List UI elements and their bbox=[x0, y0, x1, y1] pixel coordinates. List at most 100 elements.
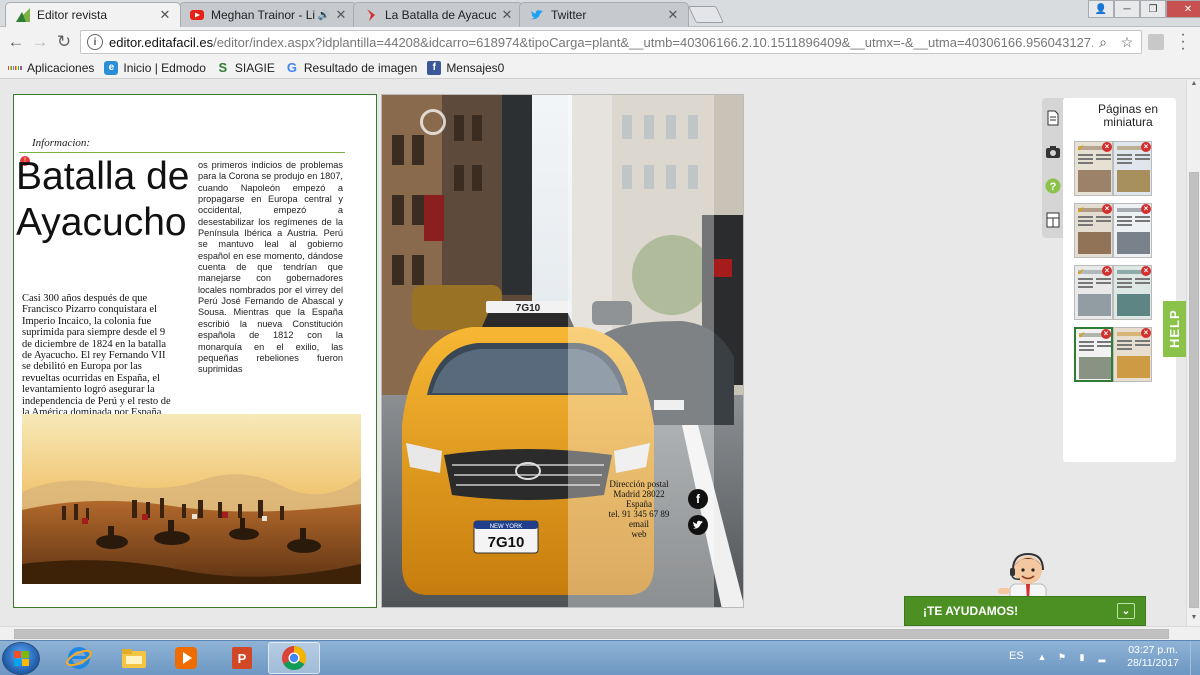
section-label[interactable]: Informacion: bbox=[32, 137, 90, 149]
apps-grid-icon bbox=[7, 61, 23, 75]
youtube-icon bbox=[190, 8, 204, 22]
facebook-icon: f bbox=[427, 60, 442, 75]
bookmark-star-icon[interactable]: ☆ bbox=[1117, 34, 1137, 51]
address-line: email bbox=[629, 519, 649, 529]
delete-page-icon[interactable]: × bbox=[1102, 142, 1112, 152]
start-button[interactable] bbox=[2, 642, 40, 675]
bookmark-facebook[interactable]: f Mensajes0 bbox=[427, 60, 505, 75]
restore-button[interactable]: ❐ bbox=[1140, 0, 1166, 18]
page-thumbnail[interactable]: × bbox=[1113, 141, 1152, 196]
scroll-down-arrow-icon[interactable]: ▼ bbox=[1187, 614, 1200, 626]
tab-youtube[interactable]: Meghan Trainor - Lips 🔊 ✕ bbox=[179, 2, 357, 27]
article-title[interactable]: Batalla de Ayacucho bbox=[16, 154, 196, 246]
scrollbar-thumb[interactable] bbox=[14, 629, 1169, 639]
vertical-scrollbar[interactable]: ▲ ▼ bbox=[1186, 80, 1200, 626]
back-arrow-icon[interactable]: ← bbox=[6, 32, 26, 52]
zoom-search-icon[interactable]: ⌕ bbox=[1093, 34, 1113, 51]
delete-page-icon[interactable]: × bbox=[1102, 204, 1112, 214]
close-window-button[interactable]: ✕ bbox=[1166, 0, 1200, 18]
profile-icon[interactable]: 👤 bbox=[1088, 0, 1114, 18]
help-tab[interactable]: HELP bbox=[1163, 301, 1186, 357]
flag-icon[interactable]: ⚑ bbox=[1056, 652, 1068, 664]
editor-workspace: Informacion: ! Batalla de Ayacucho Casi … bbox=[0, 80, 1186, 626]
twitter-icon[interactable] bbox=[688, 515, 708, 535]
chat-label: ¡TE AYUDAMOS! bbox=[923, 604, 1019, 618]
scrollbar-thumb[interactable] bbox=[1189, 172, 1199, 608]
audio-playing-icon[interactable]: 🔊 bbox=[318, 10, 330, 21]
checkmark-icon: ✔ bbox=[1078, 330, 1086, 340]
forward-arrow-icon[interactable]: → bbox=[30, 32, 50, 52]
site-info-icon[interactable]: i bbox=[87, 34, 103, 50]
close-tab-icon[interactable]: ✕ bbox=[334, 7, 348, 23]
battery-icon[interactable]: ▮ bbox=[1076, 652, 1088, 664]
tab-batalla-ayacucho[interactable]: La Batalla de Ayacucho | ✕ bbox=[353, 2, 523, 27]
media-player-icon[interactable] bbox=[160, 642, 212, 674]
svg-text:?: ? bbox=[1050, 181, 1057, 193]
camera-logo-icon bbox=[420, 109, 446, 135]
new-tab-button[interactable] bbox=[688, 6, 724, 23]
address-line: España bbox=[626, 499, 652, 509]
tab-editor-revista[interactable]: Editor revista ✕ bbox=[5, 2, 181, 27]
close-tab-icon[interactable]: ✕ bbox=[500, 7, 514, 23]
page-layout-icon[interactable] bbox=[1045, 212, 1061, 228]
bookmark-label: SIAGIE bbox=[234, 60, 275, 75]
bookmark-google[interactable]: G Resultado de imagen bbox=[285, 60, 418, 75]
delete-page-icon[interactable]: × bbox=[1141, 204, 1151, 214]
close-tab-icon[interactable]: ✕ bbox=[666, 7, 680, 23]
url-text[interactable]: editor.editafacil.es/editor/index.aspx?i… bbox=[109, 35, 1093, 50]
page-thumbnail[interactable]: ✔ × bbox=[1074, 141, 1113, 196]
page-thumbnail[interactable]: ✔ × bbox=[1074, 203, 1113, 258]
magazine-page-right[interactable]: 7G10 NEW YORK 7G10 Dirección postal Madr… bbox=[381, 94, 744, 608]
delete-page-icon[interactable]: × bbox=[1101, 329, 1111, 339]
menu-icon[interactable]: · · · bbox=[1176, 27, 1190, 57]
system-clock[interactable]: 03:27 p.m. 28/11/2017 bbox=[1120, 644, 1186, 670]
page-thumbnail[interactable]: × bbox=[1113, 203, 1152, 258]
chat-help-bar[interactable]: ¡TE AYUDAMOS! ⌄ bbox=[904, 596, 1146, 626]
chevron-down-icon[interactable]: ⌄ bbox=[1117, 603, 1135, 619]
document-icon[interactable] bbox=[1045, 110, 1061, 126]
facebook-icon[interactable]: f bbox=[688, 489, 708, 509]
page-thumbnail[interactable]: × bbox=[1113, 265, 1152, 320]
article-intro-text[interactable]: Casi 300 años después de que Francisco P… bbox=[22, 293, 174, 418]
browser-toolbar: ← → ↻ i editor.editafacil.es/editor/inde… bbox=[0, 27, 1200, 57]
show-desktop-button[interactable] bbox=[1190, 641, 1200, 675]
svg-text:P: P bbox=[238, 651, 247, 666]
bookmark-edmodo[interactable]: e Inicio | Edmodo bbox=[104, 60, 206, 75]
page-thumbnail[interactable]: × bbox=[1113, 327, 1152, 382]
article-body-text[interactable]: os primeros indicios de problemas para l… bbox=[198, 160, 343, 376]
minimize-button[interactable]: ─ bbox=[1114, 0, 1140, 18]
scroll-up-arrow-icon[interactable]: ▲ bbox=[1187, 80, 1200, 92]
delete-page-icon[interactable]: × bbox=[1141, 328, 1151, 338]
battle-painting-image[interactable] bbox=[22, 414, 361, 584]
show-hidden-icons-icon[interactable]: ▲ bbox=[1036, 652, 1048, 664]
chrome-icon[interactable] bbox=[268, 642, 320, 674]
address-bar[interactable]: i editor.editafacil.es/editor/index.aspx… bbox=[80, 30, 1142, 54]
internet-explorer-icon[interactable] bbox=[53, 642, 105, 674]
bookmark-label: Mensajes0 bbox=[446, 60, 505, 75]
bookmarks-bar: Aplicaciones e Inicio | Edmodo S SIAGIE … bbox=[0, 57, 1200, 79]
language-indicator[interactable]: ES bbox=[1009, 650, 1024, 662]
camera-icon[interactable] bbox=[1045, 144, 1061, 160]
horizontal-scrollbar[interactable] bbox=[0, 626, 1200, 640]
address-line: Madrid 28022 bbox=[613, 489, 665, 499]
close-tab-icon[interactable]: ✕ bbox=[158, 7, 172, 23]
help-question-icon[interactable]: ? bbox=[1045, 178, 1061, 194]
delete-page-icon[interactable]: × bbox=[1141, 266, 1151, 276]
checkmark-icon: ✔ bbox=[1077, 205, 1085, 215]
page-thumbnail[interactable]: ✔ × bbox=[1074, 327, 1113, 382]
checkmark-icon: ✔ bbox=[1077, 143, 1085, 153]
bookmark-siagie[interactable]: S SIAGIE bbox=[216, 60, 275, 75]
delete-page-icon[interactable]: × bbox=[1102, 266, 1112, 276]
bookmark-label: Resultado de imagen bbox=[303, 60, 418, 75]
tab-twitter[interactable]: Twitter ✕ bbox=[519, 2, 689, 27]
powerpoint-icon[interactable]: P bbox=[216, 642, 268, 674]
contact-address-block[interactable]: Dirección postal Madrid 28022 España tel… bbox=[604, 479, 674, 539]
file-explorer-icon[interactable] bbox=[108, 642, 160, 674]
reload-icon[interactable]: ↻ bbox=[54, 32, 74, 52]
extension-icon[interactable] bbox=[1148, 34, 1164, 50]
page-thumbnail[interactable]: ✔ × bbox=[1074, 265, 1113, 320]
delete-page-icon[interactable]: × bbox=[1141, 142, 1151, 152]
bookmark-aplicaciones[interactable]: Aplicaciones bbox=[7, 61, 94, 75]
network-signal-icon[interactable]: ▂ bbox=[1096, 652, 1108, 664]
clock-date: 28/11/2017 bbox=[1127, 657, 1179, 669]
